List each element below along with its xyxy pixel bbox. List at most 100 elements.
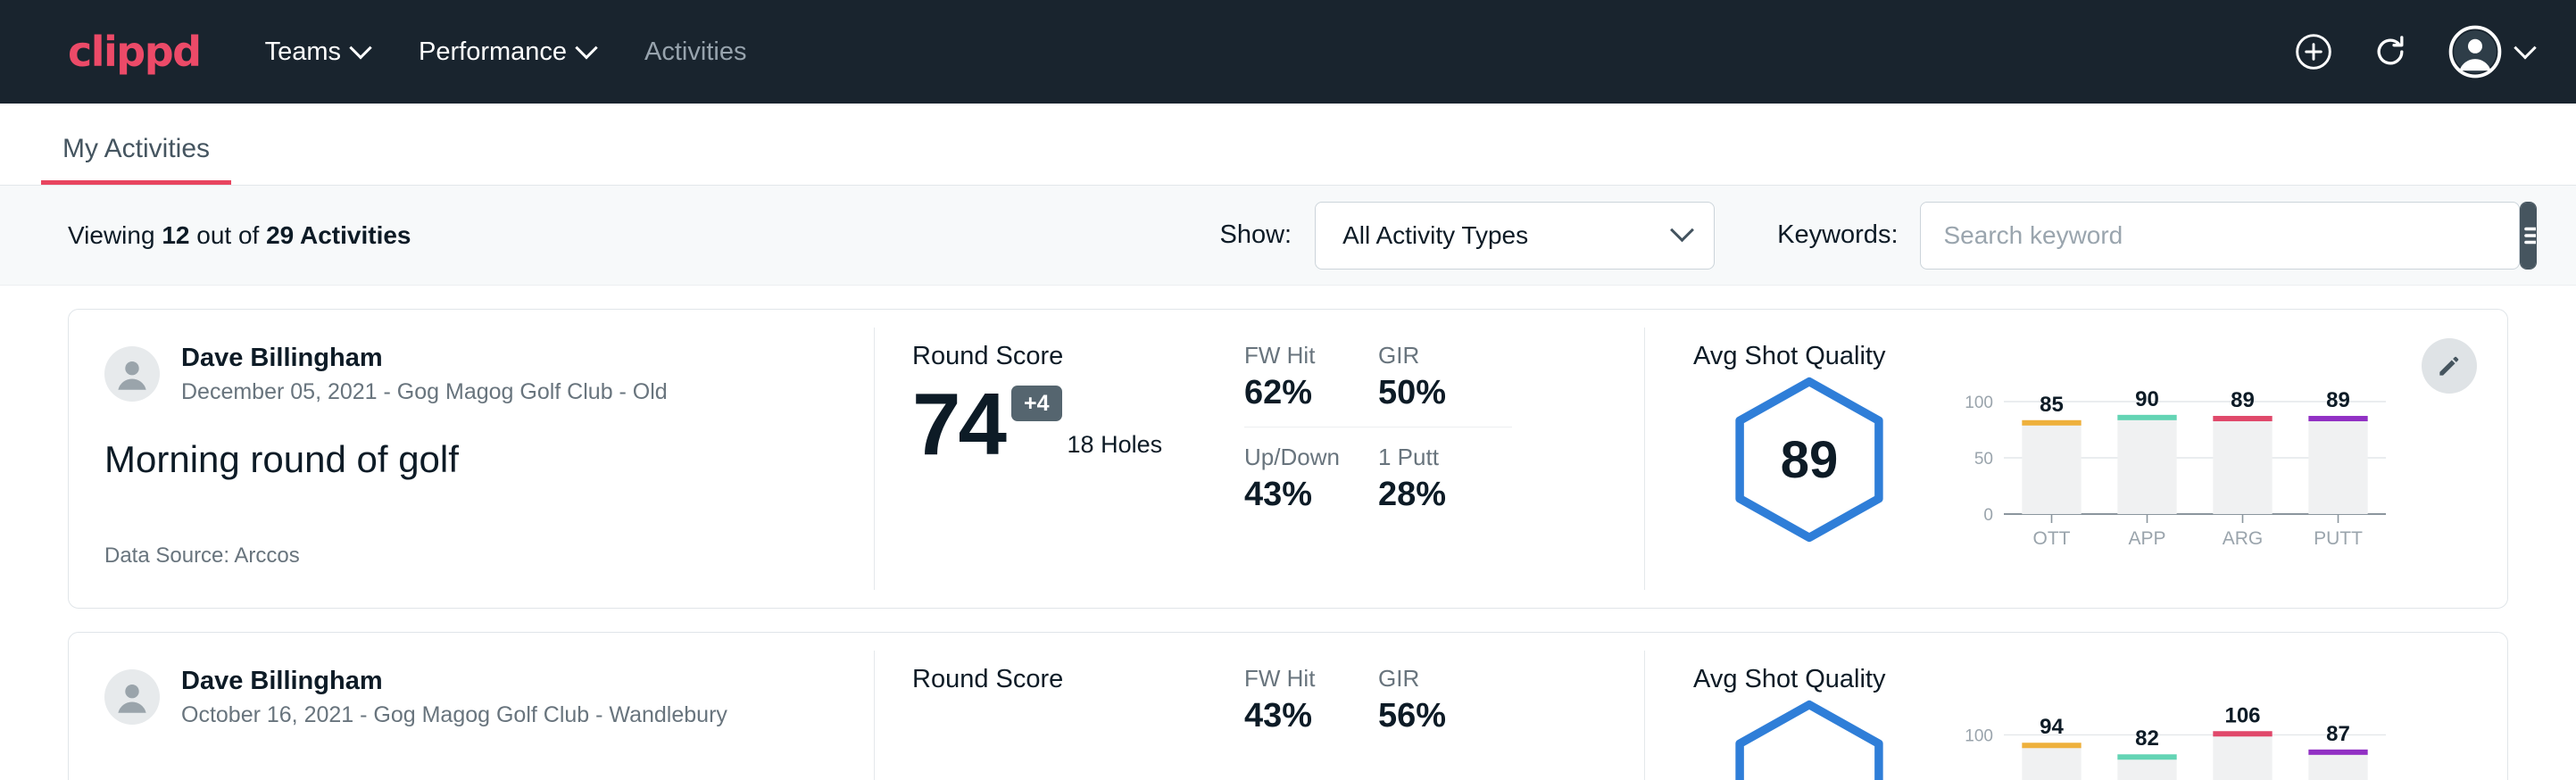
- shot-quality-column: Avg Shot Quality 05010094OTT82APP106ARG8…: [1645, 633, 2507, 780]
- tab-my-activities[interactable]: My Activities: [41, 136, 231, 185]
- round-stats-column: FW Hit 62% GIR 50% Up/Down 43% 1 Putt 28…: [1232, 310, 1644, 608]
- stat-label: Up/Down: [1244, 444, 1348, 471]
- refresh-button[interactable]: [2371, 32, 2410, 71]
- round-score-label: Round Score: [912, 665, 1232, 694]
- activity-card[interactable]: Dave Billingham October 16, 2021 - Gog M…: [68, 632, 2508, 780]
- avatar: [104, 346, 160, 402]
- bar-chart-svg: 05010094OTT82APP106ARG87PUTT: [1949, 698, 2395, 780]
- avg-shot-quality-value: [1722, 698, 1897, 780]
- activity-summary-column: Dave Billingham December 05, 2021 - Gog …: [69, 310, 874, 608]
- viewing-total: 29 Activities: [266, 221, 411, 249]
- list-view-button[interactable]: [2521, 203, 2538, 269]
- list-view-icon: [2521, 220, 2538, 252]
- stat-fw-hit: FW Hit 43%: [1244, 665, 1378, 735]
- account-menu-button[interactable]: [2447, 24, 2533, 79]
- search-input[interactable]: [1920, 202, 2520, 270]
- stat-up-down: Up/Down 43%: [1244, 444, 1378, 514]
- bar-background: [2117, 758, 2176, 780]
- x-axis-category-label: OTT: [2033, 528, 2071, 549]
- stat-one-putt: 1 Putt 28%: [1378, 444, 1512, 514]
- round-score-label: Round Score: [912, 342, 1232, 371]
- avg-shot-quality-value: 89: [1722, 375, 1897, 544]
- bar-value-label: 106: [2224, 703, 2260, 727]
- bar-cap: [2213, 731, 2272, 736]
- avg-shot-quality-label: Avg Shot Quality: [1693, 342, 2507, 371]
- chevron-down-icon: [349, 37, 371, 59]
- refresh-icon: [2371, 32, 2410, 71]
- activity-summary-column: Dave Billingham October 16, 2021 - Gog M…: [69, 633, 874, 780]
- stat-fw-hit: FW Hit 62%: [1244, 342, 1378, 427]
- bar-cap: [2022, 743, 2081, 748]
- stat-label: GIR: [1378, 665, 1482, 693]
- x-axis-category-label: APP: [2128, 528, 2165, 549]
- person-icon: [107, 349, 157, 399]
- bar-background: [2213, 734, 2272, 780]
- add-button[interactable]: [2294, 32, 2333, 71]
- round-stats-grid: FW Hit 62% GIR 50% Up/Down 43% 1 Putt 28…: [1244, 342, 1644, 514]
- activity-card-list: Dave Billingham December 05, 2021 - Gog …: [0, 286, 2576, 780]
- shot-quality-body: 89 05010085OTT90APP89ARG89PUTT: [1693, 375, 2507, 553]
- stat-value: 50%: [1378, 375, 1482, 412]
- edit-activity-button[interactable]: [2422, 338, 2477, 394]
- show-filter-group: Show: All Activity Types: [1220, 202, 1716, 270]
- bar-value-label: 87: [2326, 722, 2350, 746]
- bar-value-label: 90: [2135, 387, 2159, 411]
- avg-shot-quality-label: Avg Shot Quality: [1693, 665, 2507, 694]
- avatar: [104, 669, 160, 725]
- bar-cap: [2117, 415, 2176, 420]
- nav-item-teams-label: Teams: [265, 37, 341, 67]
- activity-title: Morning round of golf: [104, 437, 838, 482]
- activity-card[interactable]: Dave Billingham December 05, 2021 - Gog …: [68, 309, 2508, 609]
- bar-value-label: 89: [2326, 388, 2350, 412]
- player-name: Dave Billingham: [181, 665, 727, 697]
- bar-background: [2117, 419, 2176, 514]
- brand-logo[interactable]: clippd: [68, 31, 201, 72]
- shot-quality-bar-chart: 05010094OTT82APP106ARG87PUTT: [1949, 698, 2395, 780]
- bar-cap: [2213, 416, 2272, 421]
- activity-meta: December 05, 2021 - Gog Magog Golf Club …: [181, 378, 668, 407]
- y-axis-tick-label: 100: [1965, 726, 1993, 745]
- page-tab-bar: My Activities: [0, 104, 2576, 186]
- x-axis-category-label: ARG: [2223, 528, 2264, 549]
- viewing-prefix: Viewing: [68, 221, 162, 249]
- bar-value-label: 85: [2040, 393, 2064, 417]
- bar-background: [2022, 424, 2081, 514]
- nav-actions: [2294, 24, 2533, 79]
- stat-value: 43%: [1244, 698, 1348, 735]
- chevron-down-icon: [2514, 37, 2536, 59]
- bar-chart-svg: 05010085OTT90APP89ARG89PUTT: [1949, 375, 2395, 553]
- nav-item-performance[interactable]: Performance: [419, 37, 594, 67]
- bar-cap: [2308, 750, 2367, 755]
- bar-cap: [2117, 754, 2176, 759]
- stat-value: 28%: [1378, 477, 1482, 514]
- show-label: Show:: [1220, 220, 1292, 250]
- avg-shot-quality-hexagon: 89: [1722, 375, 1897, 544]
- nav-item-activities-label: Activities: [644, 37, 746, 67]
- viewing-count: 12: [162, 221, 189, 249]
- nav-item-activities[interactable]: Activities: [644, 37, 746, 67]
- stat-label: FW Hit: [1244, 665, 1348, 693]
- bar-value-label: 89: [2231, 388, 2255, 412]
- activity-meta: October 16, 2021 - Gog Magog Golf Club -…: [181, 701, 727, 730]
- x-axis-category-label: PUTT: [2314, 528, 2363, 549]
- bar-background: [2308, 419, 2367, 514]
- activity-author: Dave Billingham December 05, 2021 - Gog …: [104, 342, 838, 407]
- activity-author: Dave Billingham October 16, 2021 - Gog M…: [104, 665, 838, 730]
- activity-type-select[interactable]: All Activity Types: [1315, 202, 1715, 270]
- account-avatar-icon: [2447, 24, 2503, 79]
- bar-value-label: 94: [2040, 715, 2064, 739]
- player-name: Dave Billingham: [181, 342, 668, 374]
- y-axis-tick-label: 50: [1974, 450, 1993, 469]
- chevron-down-icon: [575, 37, 597, 59]
- viewing-mid: out of: [189, 221, 266, 249]
- bar-background: [2022, 746, 2081, 780]
- stat-label: GIR: [1378, 342, 1482, 369]
- stat-value: 43%: [1244, 477, 1348, 514]
- bar-value-label: 82: [2135, 726, 2159, 751]
- avg-shot-quality-hexagon: [1722, 698, 1897, 780]
- top-navigation-bar: clippd Teams Performance Activities: [0, 0, 2576, 104]
- plus-circle-icon: [2294, 32, 2333, 71]
- shot-quality-bar-chart: 05010085OTT90APP89ARG89PUTT: [1949, 375, 2395, 553]
- nav-item-teams[interactable]: Teams: [265, 37, 369, 67]
- nav-item-performance-label: Performance: [419, 37, 567, 67]
